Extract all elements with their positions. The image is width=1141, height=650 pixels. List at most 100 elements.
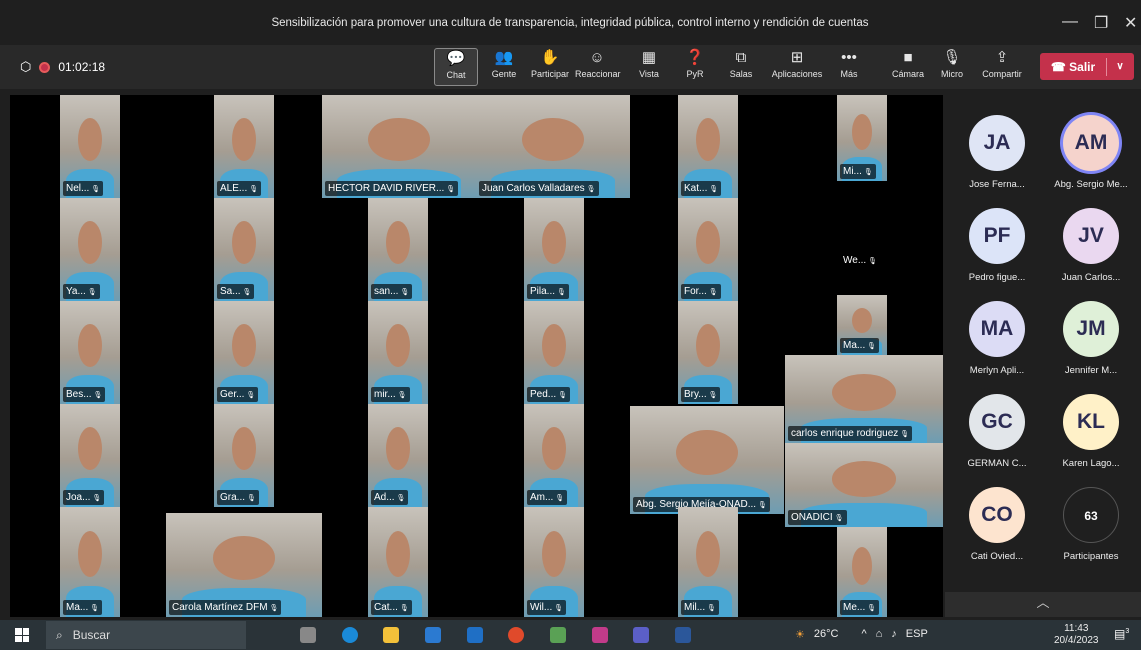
video-tile[interactable]: ONADICI (785, 443, 943, 527)
chrome-icon[interactable] (508, 627, 524, 643)
video-tile[interactable]: Ma... (837, 295, 887, 355)
participant-name: Mil... (681, 600, 719, 615)
video-tile[interactable]: Mil... (678, 507, 738, 617)
video-tile[interactable]: carlos enrique rodriguez (785, 355, 943, 443)
task-view-icon[interactable] (300, 627, 316, 643)
toolbar-button-qa[interactable]: ❓ PyR (673, 48, 717, 86)
title-bar: Sensibilización para promover una cultur… (0, 0, 1141, 45)
participant-name: Joa... (63, 490, 105, 505)
taskbar-search[interactable]: ⌕ Buscar (46, 621, 246, 649)
participant-card[interactable]: CO Cati Ovied... (949, 487, 1045, 582)
edge-icon[interactable] (342, 627, 358, 643)
video-tile[interactable]: san... (368, 198, 428, 301)
video-tile[interactable]: Carola Martínez DFM (166, 513, 322, 617)
video-tile[interactable]: mir... (368, 301, 428, 404)
video-tile[interactable]: Kat... (678, 95, 738, 198)
windows-start-icon[interactable] (15, 628, 29, 642)
network-icon[interactable]: ⌂ (876, 628, 883, 641)
participant-video (522, 117, 584, 161)
toolbar-button-raise-hand[interactable]: ✋ Participar (528, 48, 572, 86)
chevron-down-icon[interactable]: ∨ (1107, 61, 1133, 72)
video-tile[interactable]: Wil... (524, 507, 584, 617)
video-tile[interactable]: Am... (524, 404, 584, 507)
close-button[interactable]: ✕ (1124, 13, 1137, 33)
participant-card[interactable]: KL Karen Lago... (1043, 394, 1139, 489)
video-tile[interactable]: Abg. Sergio Mejía-ONAD... (630, 406, 784, 514)
participant-name: Mi... (840, 164, 876, 179)
toolbar-button-people[interactable]: 👥 Gente (482, 48, 526, 86)
participant-name: Ma... (840, 338, 880, 353)
video-tile[interactable]: Bry... (678, 301, 738, 404)
video-tile[interactable]: Me... (837, 527, 887, 617)
video-tile[interactable]: Mi... (837, 95, 887, 181)
video-tile[interactable]: Pila... (524, 198, 584, 301)
maximize-button[interactable]: ❐ (1094, 13, 1108, 33)
video-tile[interactable]: Ger... (214, 301, 274, 404)
video-tile[interactable]: For... (678, 198, 738, 301)
paint-icon[interactable] (592, 627, 608, 643)
clock[interactable]: 11:43 20/4/2023 (1054, 623, 1099, 647)
minimize-button[interactable]: — (1062, 13, 1078, 31)
raise-hand-icon: ✋ (540, 49, 560, 66)
participant-card[interactable]: JA Jose Ferna... (949, 115, 1045, 210)
video-tile[interactable]: Juan Carlos Valladares (476, 95, 630, 198)
teams-icon[interactable] (633, 627, 649, 643)
participant-video (542, 323, 566, 367)
toolbar-button-add-apps[interactable]: ⊞ Aplicaciones (768, 48, 826, 86)
word-icon[interactable] (675, 627, 691, 643)
participant-video (542, 426, 566, 470)
participant-name: Cati Ovied... (970, 551, 1024, 562)
leave-button[interactable]: ☎ Salir ∨ (1040, 53, 1134, 80)
toolbar-label: Salas (729, 69, 753, 79)
video-tile[interactable]: Cat... (368, 507, 428, 617)
video-tile[interactable]: Bes... (60, 301, 120, 404)
participants-count-button[interactable]: 63 Participantes (1043, 487, 1139, 582)
video-tile[interactable]: Ya... (60, 198, 120, 301)
record-icon (39, 61, 51, 73)
video-tile[interactable]: Nel... (60, 95, 120, 198)
toolbar-button-chat[interactable]: 💬 Chat (434, 48, 478, 86)
chevron-up-icon[interactable]: ︿ (945, 592, 1141, 617)
leave-label[interactable]: ☎ Salir (1040, 60, 1106, 74)
weather-icon[interactable]: ☀ (795, 628, 805, 641)
video-tile[interactable]: Ma... (60, 507, 120, 617)
toolbar-button-grid[interactable]: ▦ Vista (627, 48, 671, 86)
toolbar-button-rooms[interactable]: ⧉ Salas (719, 48, 763, 86)
video-tile[interactable]: HECTOR DAVID RIVER... (322, 95, 476, 198)
participant-card[interactable]: MA Merlyn Apli... (949, 301, 1045, 396)
toolbar-button-more[interactable]: ••• Más (827, 48, 871, 86)
video-tile[interactable]: Ped... (524, 301, 584, 404)
speaker-icon[interactable]: ♪ (891, 628, 897, 641)
participant-name: Jose Ferna... (969, 179, 1025, 190)
participant-card[interactable]: AM Abg. Sergio Me... (1043, 115, 1139, 210)
store-icon[interactable] (425, 627, 441, 643)
notifications-icon[interactable]: ▤3 (1114, 627, 1129, 641)
video-tile[interactable]: Gra... (214, 404, 274, 507)
avatar: JM (1063, 301, 1119, 357)
video-tile[interactable]: Sa... (214, 198, 274, 301)
language[interactable]: ESP (906, 628, 928, 641)
toolbar-button-smiley[interactable]: ☺ Reaccionar (575, 48, 621, 86)
meeting-title: Sensibilización para promover una cultur… (271, 17, 869, 29)
participant-video (542, 531, 566, 578)
video-tile[interactable]: ALE... (214, 95, 274, 198)
participant-name: Wil... (527, 600, 567, 615)
toolbar-button-camera[interactable]: ■ Cámara (886, 48, 930, 86)
video-tile[interactable]: We... (837, 245, 897, 270)
file-explorer-icon[interactable] (383, 627, 399, 643)
toolbar-button-mic-off[interactable]: 🎙 Micro (930, 48, 974, 86)
avatar: KL (1063, 394, 1119, 450)
tray-chevron-icon[interactable]: ^ (861, 628, 866, 641)
temperature[interactable]: 26°C (814, 628, 839, 641)
participant-card[interactable]: JV Juan Carlos... (1043, 208, 1139, 303)
calculator-icon[interactable] (550, 627, 566, 643)
toolbar-button-share[interactable]: ⇪ Compartir (980, 48, 1024, 86)
video-tile[interactable]: Joa... (60, 404, 120, 507)
mail-icon[interactable] (467, 627, 483, 643)
participant-name: Ma... (63, 600, 103, 615)
participant-name: Sa... (217, 284, 255, 299)
participant-card[interactable]: PF Pedro figue... (949, 208, 1045, 303)
participant-card[interactable]: JM Jennifer M... (1043, 301, 1139, 396)
participant-card[interactable]: GC GERMAN C... (949, 394, 1045, 489)
video-tile[interactable]: Ad... (368, 404, 428, 507)
